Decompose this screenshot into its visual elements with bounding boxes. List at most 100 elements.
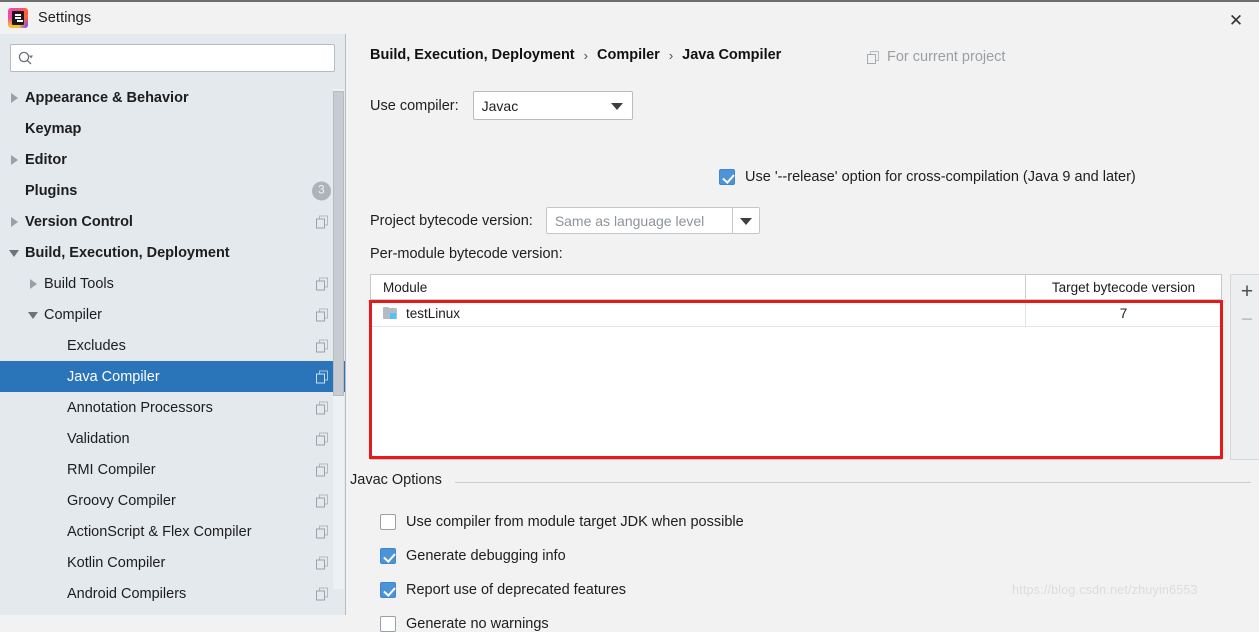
sidebar-item-excludes[interactable]: Excludes [0,330,345,361]
table-side-buttons: + − [1230,274,1259,460]
sidebar-item-rmi-compiler[interactable]: RMI Compiler [0,454,345,485]
option-use-compiler-from-module-jdk-checkbox[interactable] [380,514,396,530]
option-generate-debugging-info-checkbox[interactable] [380,548,396,564]
option-generate-debugging-info-row[interactable]: Generate debugging info [380,548,566,564]
per-module-table: Module Target bytecode version testLinux… [370,274,1222,460]
project-bytecode-select[interactable]: Same as language level [546,207,760,234]
per-module-table-area: Module Target bytecode version testLinux… [370,274,1222,460]
tree-spacer [50,401,63,414]
sidebar-item-validation[interactable]: Validation [0,423,345,454]
use-compiler-label: Use compiler: [370,98,459,114]
column-header-module[interactable]: Module [371,275,1025,299]
search-box[interactable] [10,44,335,72]
copy-config-icon [867,51,880,64]
sidebar-item-plugins[interactable]: Plugins3 [0,175,345,206]
option-report-deprecated-row[interactable]: Report use of deprecated features [380,582,626,598]
use-compiler-select[interactable]: Javac [473,91,633,120]
chevron-right-icon[interactable] [8,91,21,104]
sidebar-item-label: Java Compiler [67,369,160,385]
breadcrumb-separator: › [669,48,673,63]
option-generate-no-warnings-row[interactable]: Generate no warnings [380,616,549,632]
breadcrumb-separator: › [584,48,588,63]
chevron-right-icon[interactable] [8,215,21,228]
settings-sidebar: Appearance & Behavior Keymap Editor Plugins… [0,34,346,615]
breadcrumb-item[interactable]: Build, Execution, Deployment [370,47,575,63]
option-generate-no-warnings-label: Generate no warnings [406,616,549,632]
sidebar-item-annotation-processors[interactable]: Annotation Processors [0,392,345,423]
for-current-project-label: For current project [867,49,1005,65]
sidebar-item-label: Appearance & Behavior [25,90,189,106]
cell-module-text: testLinux [406,306,460,321]
sidebar-item-appearance-behavior[interactable]: Appearance & Behavior [0,82,345,113]
cell-module[interactable]: testLinux [371,300,1025,326]
search-input[interactable] [34,46,328,70]
sidebar-item-editor[interactable]: Editor [0,144,345,175]
sidebar-item-label: Build Tools [44,276,114,292]
sidebar-item-compiler[interactable]: Compiler [0,299,345,330]
option-use-compiler-from-module-jdk-label: Use compiler from module target JDK when… [406,514,744,530]
for-current-project-text: For current project [887,49,1005,65]
sidebar-item-build-execution-deployment[interactable]: Build, Execution, Deployment [0,237,345,268]
window-title: Settings [38,10,91,26]
option-report-deprecated-checkbox[interactable] [380,582,396,598]
sidebar-item-label: Keymap [25,121,81,137]
copy-config-icon [316,215,329,228]
sidebar-item-label: Compiler [44,307,102,323]
intellij-idea-logo-icon [8,8,28,28]
sidebar-item-version-control[interactable]: Version Control [0,206,345,237]
table-body: testLinux 7 [371,300,1221,327]
option-generate-no-warnings-checkbox[interactable] [380,616,396,632]
tree-spacer [8,184,21,197]
watermark: https://blog.csdn.net/zhuyin6553 [1012,583,1198,597]
remove-module-button[interactable]: − [1231,305,1259,333]
sidebar-item-label: Editor [25,152,67,168]
sidebar-item-groovy-compiler[interactable]: Groovy Compiler [0,485,345,516]
column-header-target-bytecode-version[interactable]: Target bytecode version [1025,275,1221,299]
add-module-button[interactable]: + [1231,277,1259,305]
use-release-option-label: Use '--release' option for cross-compila… [745,169,1136,185]
chevron-right-icon[interactable] [27,277,40,290]
sidebar-search-wrap [0,34,345,72]
sidebar-item-label: RMI Compiler [67,462,156,478]
copy-config-icon [316,525,329,538]
sidebar-item-label: Kotlin Compiler [67,555,165,571]
sidebar-item-label: Build, Execution, Deployment [25,245,230,261]
use-release-option-checkbox[interactable] [719,169,735,185]
breadcrumb-item[interactable]: Compiler [597,47,660,63]
chevron-down-icon [611,103,623,110]
table-row[interactable]: testLinux 7 [371,300,1221,327]
sidebar-item-java-compiler[interactable]: Java Compiler [0,361,345,392]
search-icon [17,50,34,67]
copy-config-icon [316,463,329,476]
chevron-down-icon[interactable] [27,308,40,321]
window-titlebar: Settings ✕ [0,0,1259,34]
use-release-option-checkbox-row[interactable]: Use '--release' option for cross-compila… [719,169,1136,185]
sidebar-item-build-tools[interactable]: Build Tools [0,268,345,299]
cell-target-bytecode-version[interactable]: 7 [1025,300,1221,326]
sidebar-scrollbar-thumb[interactable] [333,91,344,396]
settings-tree: Appearance & Behavior Keymap Editor Plugins… [0,82,345,609]
sidebar-item-keymap[interactable]: Keymap [0,113,345,144]
sidebar-item-android-compilers[interactable]: Android Compilers [0,578,345,609]
tree-spacer [8,122,21,135]
breadcrumb-item[interactable]: Java Compiler [682,47,781,63]
sidebar-item-badge: 3 [312,181,331,200]
option-use-compiler-from-module-jdk-row[interactable]: Use compiler from module target JDK when… [380,514,744,530]
copy-config-icon [316,308,329,321]
project-bytecode-row: Project bytecode version: Same as langua… [370,207,760,234]
use-compiler-row: Use compiler: Javac [370,91,633,120]
copy-config-icon [316,401,329,414]
close-icon[interactable]: ✕ [1213,4,1259,36]
copy-config-icon [316,494,329,507]
sidebar-item-label: Excludes [67,338,126,354]
chevron-right-icon[interactable] [8,153,21,166]
tree-spacer [50,494,63,507]
copy-config-icon [316,370,329,383]
option-generate-debugging-info-label: Generate debugging info [406,548,566,564]
chevron-down-icon[interactable] [8,246,21,259]
sidebar-item-kotlin-compiler[interactable]: Kotlin Compiler [0,547,345,578]
sidebar-item-actionscript-flex-compiler[interactable]: ActionScript & Flex Compiler [0,516,345,547]
copy-config-icon [316,277,329,290]
copy-config-icon [316,432,329,445]
chevron-down-icon[interactable] [732,208,759,233]
